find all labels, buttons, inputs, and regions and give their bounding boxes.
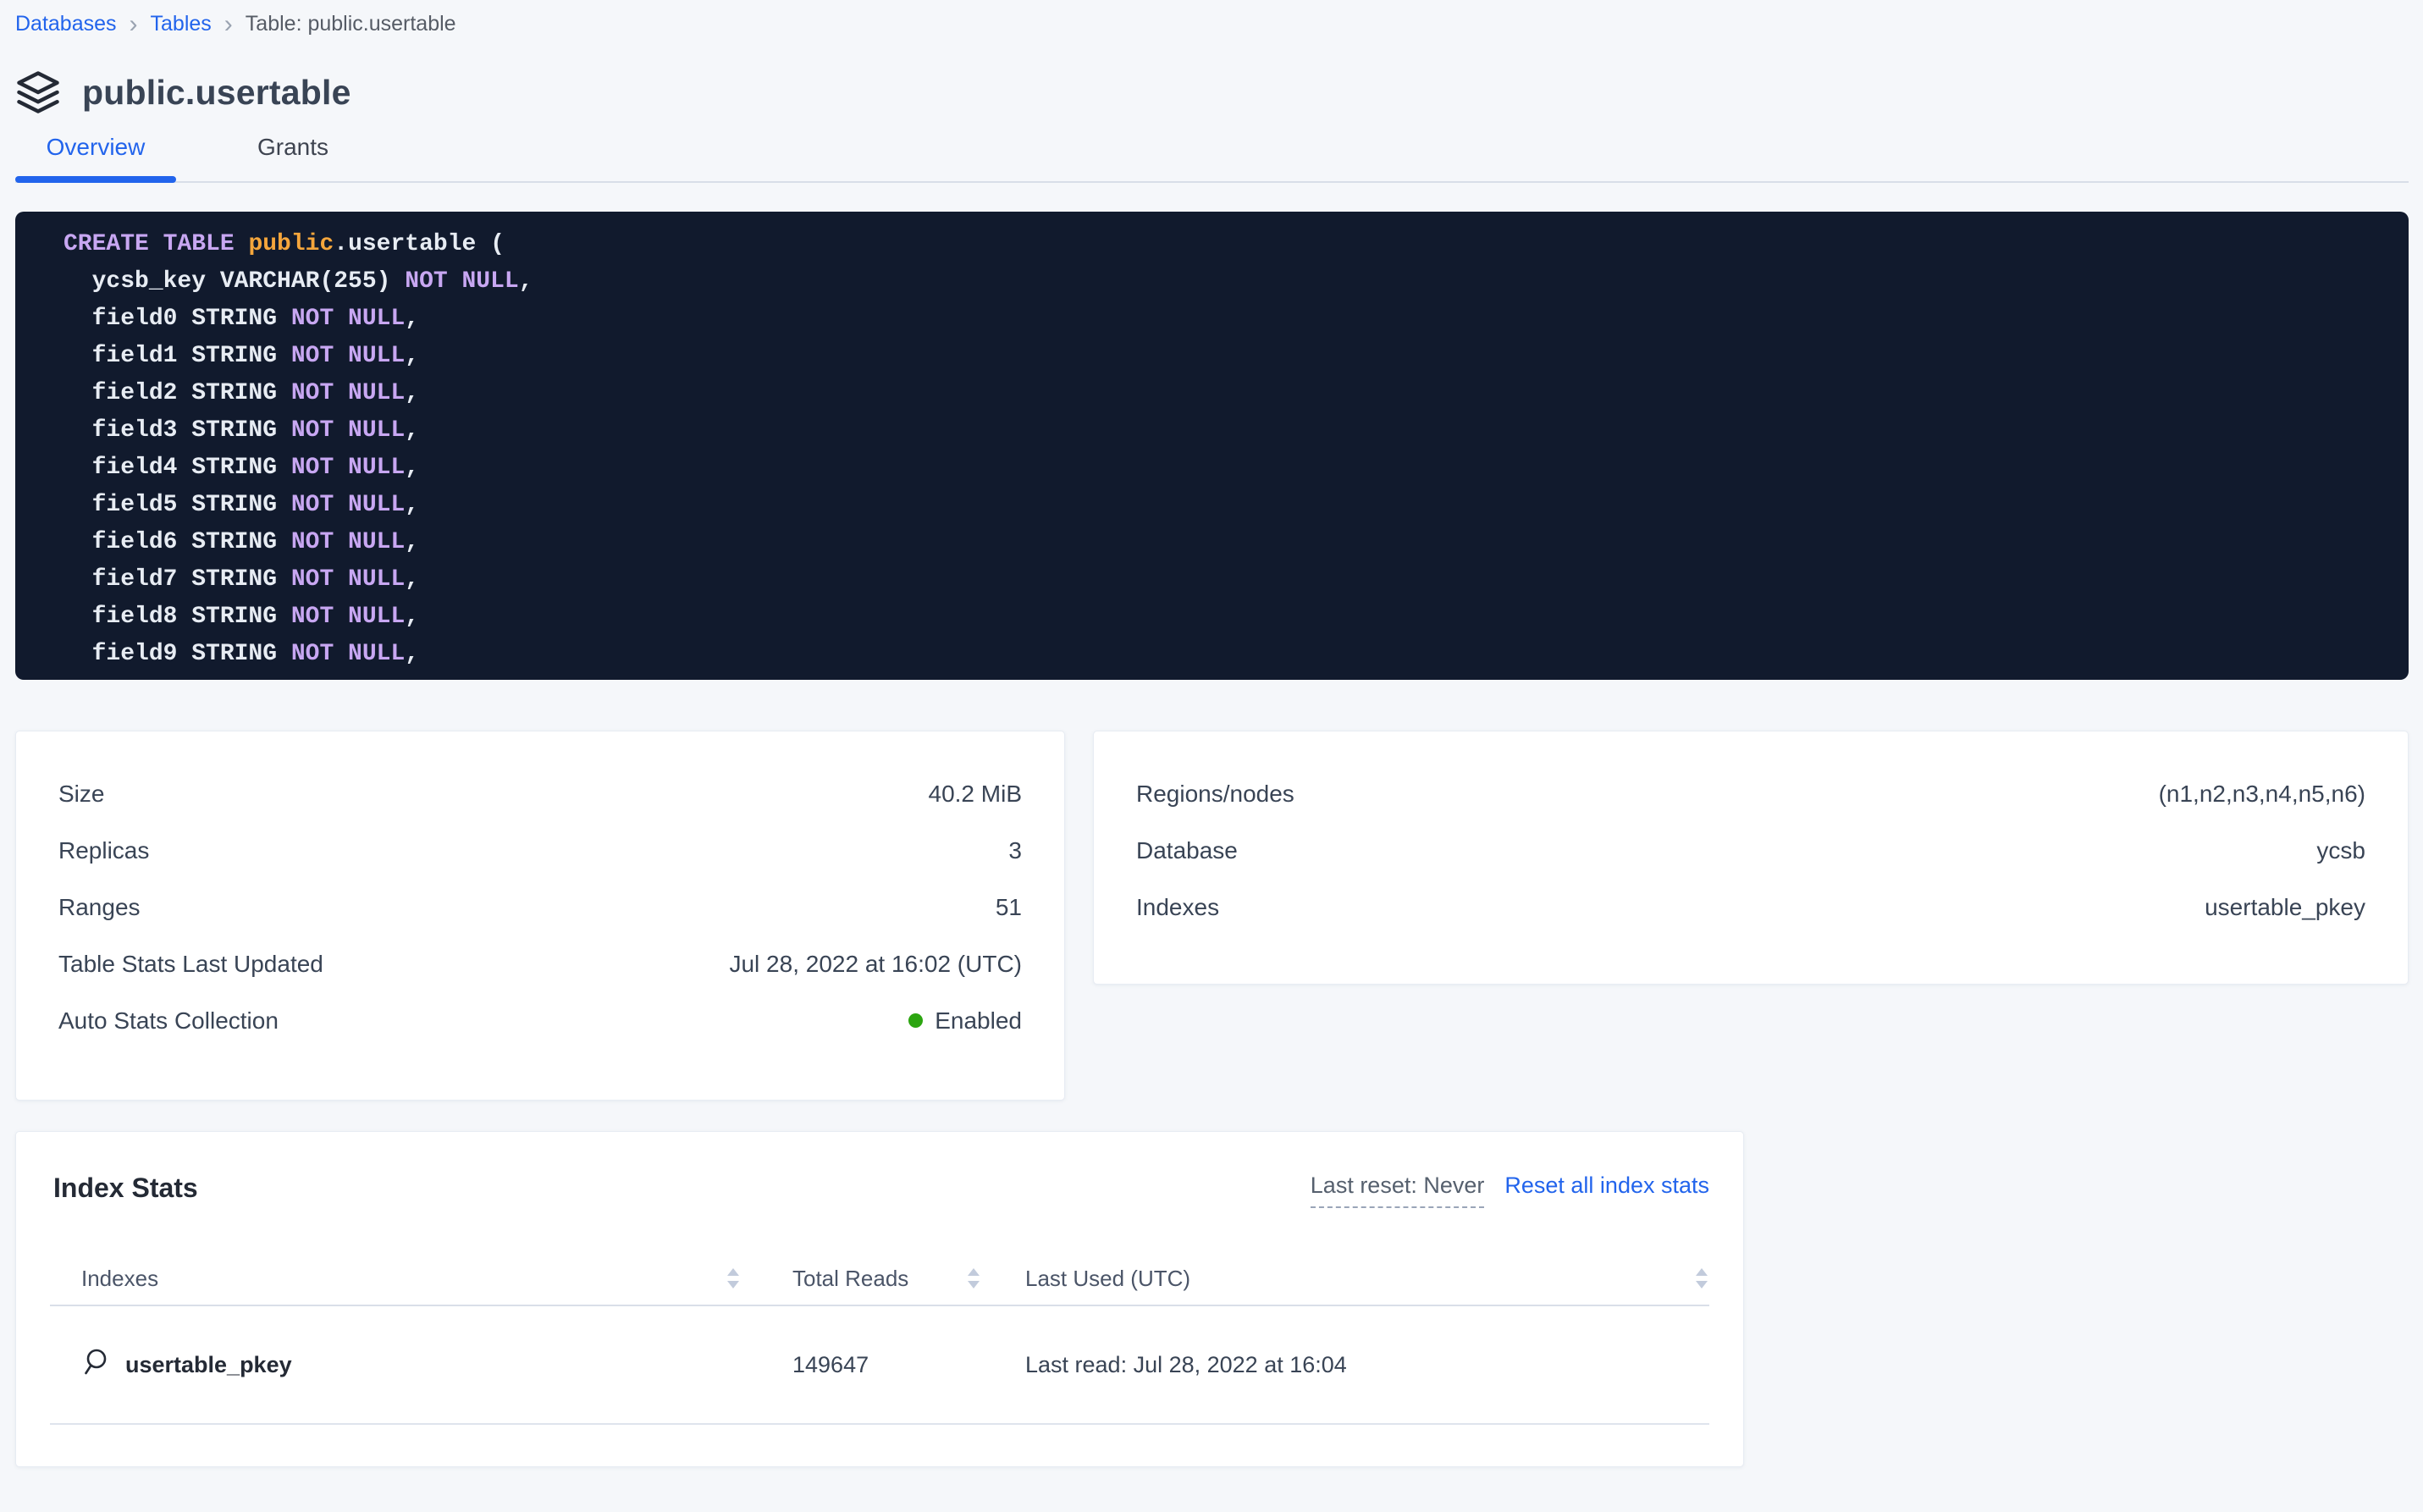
stat-value: ycsb [2316,837,2365,864]
stat-row: Indexes usertable_pkey [1094,879,2408,935]
stat-row: Size 40.2 MiB [16,765,1064,822]
table-row: usertable_pkey 149647Last read: Jul 28, 2… [50,1306,1709,1425]
sql-code-line: field3 STRING NOT NULL, [63,412,2375,450]
sort-up-arrow-icon [1696,1268,1708,1276]
stat-label: Ranges [58,894,141,921]
stat-value: 3 [1008,837,1022,864]
last-used-cell: Last read: Jul 28, 2022 at 16:04 [991,1352,1709,1378]
index-table-header-row: Indexes Total Reads Last Used (UTC) [50,1252,1709,1306]
sql-code-line: ycsb_key VARCHAR(255) NOT NULL, [63,263,2375,301]
page-title: public.usertable [82,73,351,113]
stat-row: Auto Stats Collection Enabled [16,992,1064,1049]
index-stats-title: Index Stats [50,1173,198,1204]
index-stats-header: Index Stats Last reset: Never Reset all … [50,1132,1709,1208]
total-reads-cell: 149647 [754,1352,991,1378]
index-name: usertable_pkey [125,1352,292,1378]
breadcrumb-link-databases[interactable]: Databases [15,10,117,37]
table-stats-card: Size 40.2 MiB Replicas 3 Ranges 51 Table Stats… [15,731,1065,1101]
index-stats-actions: Last reset: Never Reset all index stats [1311,1173,1709,1208]
sort-down-arrow-icon [1696,1281,1708,1289]
stat-label: Database [1136,837,1238,864]
stat-value: Enabled [908,1007,1022,1035]
stat-row: Replicas 3 [16,822,1064,879]
sql-code-line: field9 STRING NOT NULL, [63,636,2375,673]
sql-code-line: field1 STRING NOT NULL, [63,338,2375,375]
stat-row: Table Stats Last Updated Jul 28, 2022 at … [16,935,1064,992]
stat-label: Replicas [58,837,149,864]
sort-arrows-icon[interactable] [1696,1268,1708,1289]
stat-value: 51 [996,894,1022,921]
sql-code-line: field0 STRING NOT NULL, [63,301,2375,338]
sql-code: CREATE TABLE public.usertable ( ycsb_key… [63,226,2375,673]
sort-up-arrow-icon [727,1268,739,1276]
chevron-right-icon: › [212,14,246,35]
magnifier-icon [81,1347,112,1383]
stat-label: Regions/nodes [1136,781,1294,808]
chevron-right-icon: › [117,14,151,35]
sql-code-line: field6 STRING NOT NULL, [63,524,2375,561]
stat-row: Regions/nodes (n1,n2,n3,n4,n5,n6) [1094,765,2408,822]
index-name-cell: usertable_pkey [50,1347,754,1383]
stat-row: Database ycsb [1094,822,2408,879]
index-stats-card: Index Stats Last reset: Never Reset all … [15,1131,1744,1467]
sort-down-arrow-icon [727,1281,739,1289]
sort-arrows-icon[interactable] [727,1268,739,1289]
stat-value: (n1,n2,n3,n4,n5,n6) [2159,781,2365,808]
column-header-last-used-utc[interactable]: Last Used (UTC) [991,1266,1709,1292]
sql-code-line: field7 STRING NOT NULL, [63,561,2375,599]
index-table-body: usertable_pkey 149647Last read: Jul 28, 2… [50,1306,1709,1425]
tab-bar: Overview Grants [15,134,2409,183]
tab-grants[interactable]: Grants [217,134,369,181]
sql-code-line: field8 STRING NOT NULL, [63,599,2375,636]
sort-arrows-icon[interactable] [968,1268,980,1289]
status-dot-green-icon [908,1013,923,1028]
create-table-sql-block: CREATE TABLE public.usertable ( ycsb_key… [15,212,2409,680]
breadcrumb-current: Table: public.usertable [246,10,456,37]
stat-value: 40.2 MiB [929,781,1023,808]
sql-code-line: field2 STRING NOT NULL, [63,375,2375,412]
table-detail-page: Databases›Tables›Table: public.usertable… [0,0,2423,1512]
stat-value: Jul 28, 2022 at 16:02 (UTC) [729,951,1022,978]
stat-label: Table Stats Last Updated [58,951,323,978]
column-header-indexes[interactable]: Indexes [50,1266,754,1292]
table-info-card: Regions/nodes (n1,n2,n3,n4,n5,n6) Database… [1093,731,2409,985]
stat-row: Ranges 51 [16,879,1064,935]
sort-up-arrow-icon [968,1268,980,1276]
stat-label: Indexes [1136,894,1219,921]
reset-all-index-stats-link[interactable]: Reset all index stats [1504,1173,1709,1199]
sort-down-arrow-icon [968,1281,980,1289]
sql-code-line: CREATE TABLE public.usertable ( [63,226,2375,263]
column-header-label: Total Reads [792,1266,908,1292]
breadcrumb: Databases›Tables›Table: public.usertable [15,0,2409,37]
stat-value: usertable_pkey [2205,894,2365,921]
index-stats-table: Indexes Total Reads Last Used (UTC) userta… [50,1252,1709,1425]
summary-cards: Size 40.2 MiB Replicas 3 Ranges 51 Table Stats… [15,731,2409,1101]
last-reset-label[interactable]: Last reset: Never [1311,1173,1485,1208]
sql-code-line: field5 STRING NOT NULL, [63,487,2375,524]
layers-icon [15,69,61,115]
column-header-total-reads[interactable]: Total Reads [754,1266,991,1292]
column-header-label: Indexes [81,1266,158,1292]
sql-code-line: field4 STRING NOT NULL, [63,450,2375,487]
stat-label: Auto Stats Collection [58,1007,279,1035]
page-header: public.usertable [15,69,2409,115]
tab-overview[interactable]: Overview [15,134,176,181]
breadcrumb-link-tables[interactable]: Tables [151,10,212,37]
stat-label: Size [58,781,104,808]
column-header-label: Last Used (UTC) [1025,1266,1190,1292]
